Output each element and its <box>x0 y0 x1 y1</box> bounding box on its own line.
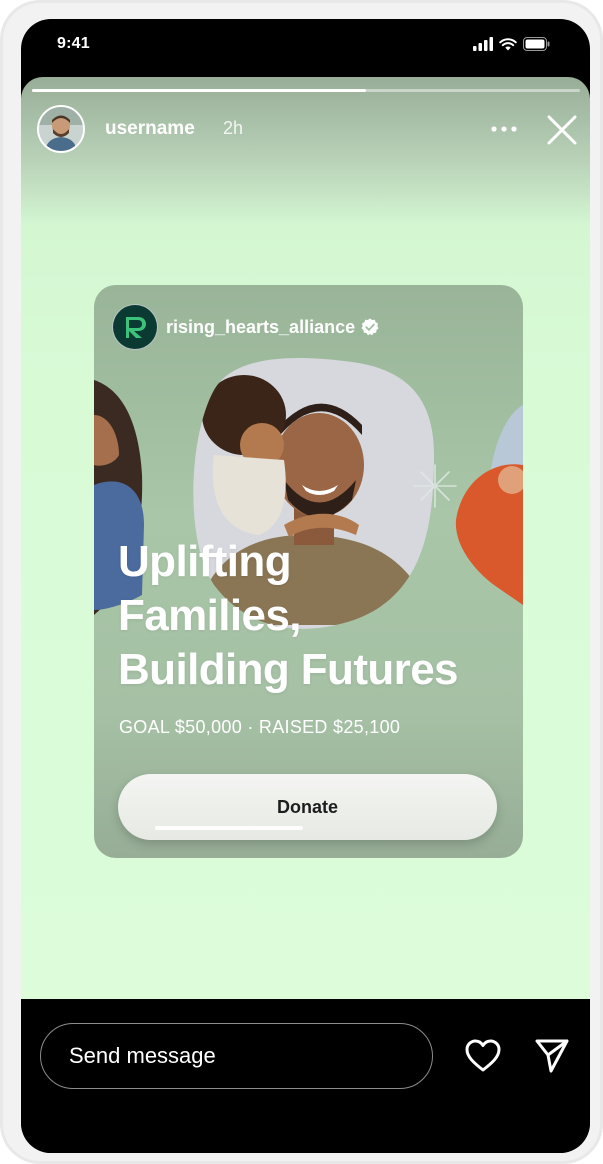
brand-name: rising_hearts_alliance <box>166 316 356 337</box>
send-message-input[interactable]: Send message <box>40 1023 433 1089</box>
wifi-icon <box>499 38 517 51</box>
avatar-photo <box>39 107 83 151</box>
status-icons <box>473 37 550 51</box>
status-time: 9:41 <box>57 35 90 52</box>
phone-screen: 9:41 username 2h rising_hearts_alliance … <box>21 19 590 1153</box>
send-message-placeholder: Send message <box>69 1043 216 1068</box>
headline-line-1: Uplifting <box>118 537 292 586</box>
brand-row[interactable]: rising_hearts_alliance <box>112 303 379 351</box>
story-progress-fill <box>32 89 367 92</box>
story-header: username 2h <box>37 105 577 159</box>
status-bar: 9:41 <box>21 19 590 77</box>
headline: Uplifting Families, Building Futures <box>118 535 518 697</box>
brand-logo-icon <box>126 317 146 338</box>
goal-raised-text: GOAL $50,000 · RAISED $25,100 <box>119 717 401 737</box>
donate-button[interactable]: Donate <box>118 774 497 840</box>
heart-icon[interactable] <box>464 1038 502 1074</box>
verified-badge-icon <box>361 318 379 336</box>
headline-line-3: Building Futures <box>118 645 459 694</box>
brand-logo <box>112 304 158 350</box>
fundraiser-card[interactable]: rising_hearts_alliance Uplifting Familie… <box>94 285 523 858</box>
battery-icon <box>523 37 550 51</box>
phone-frame: 9:41 username 2h rising_hearts_alliance … <box>0 0 603 1164</box>
close-icon[interactable] <box>545 113 579 147</box>
signal-icon <box>473 37 493 51</box>
send-icon[interactable] <box>533 1037 571 1075</box>
story-progress-track <box>32 89 580 92</box>
reply-bar: Send message <box>21 999 590 1153</box>
story-username[interactable]: username <box>105 118 195 140</box>
story-view[interactable]: username 2h rising_hearts_alliance Uplif… <box>21 77 590 999</box>
donation-progress-bar <box>155 826 303 830</box>
avatar[interactable] <box>37 105 85 153</box>
headline-line-2: Families, <box>118 591 302 640</box>
story-time-ago: 2h <box>223 118 244 138</box>
more-icon[interactable] <box>489 117 519 141</box>
donate-button-label: Donate <box>276 796 338 817</box>
